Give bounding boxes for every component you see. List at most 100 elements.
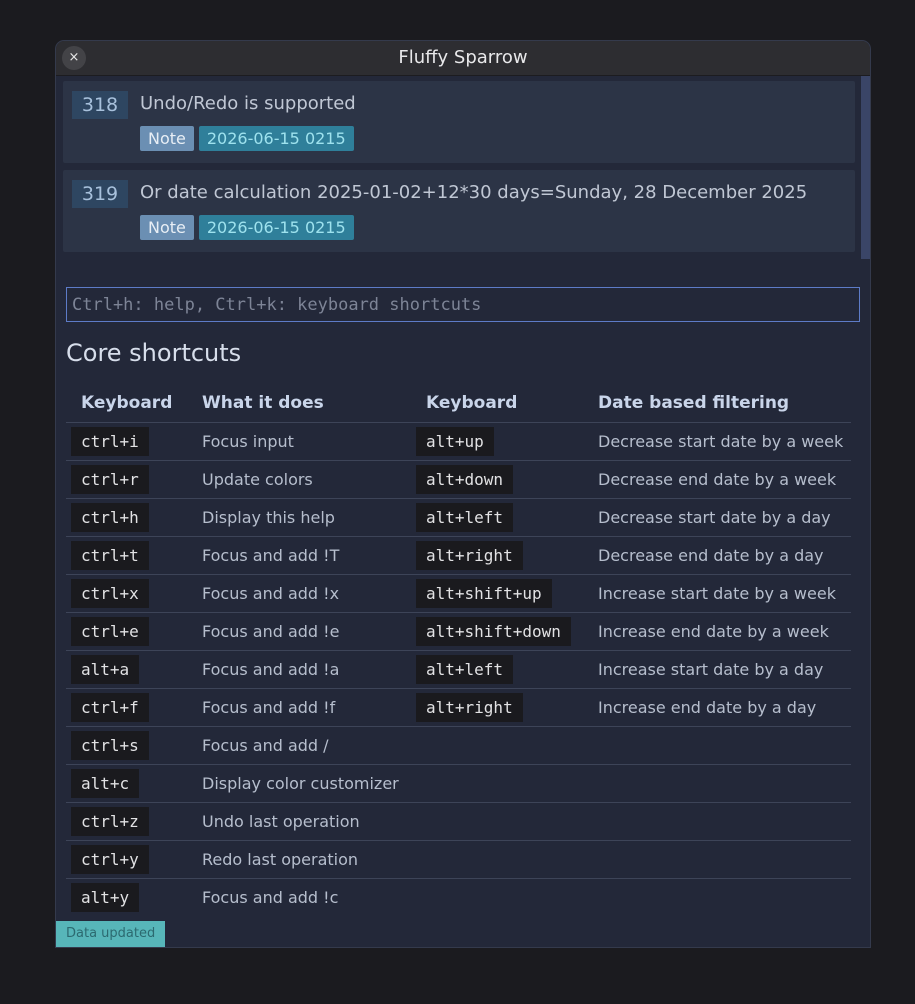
date-key-cell — [411, 840, 583, 879]
keyboard-shortcut: alt+right — [416, 693, 523, 722]
shortcut-key-cell: ctrl+f — [66, 688, 187, 727]
date-key-cell: alt+shift+down — [411, 612, 583, 651]
shortcut-description: Focus and add !T — [187, 536, 411, 575]
shortcut-description: Display this help — [187, 498, 411, 537]
shortcut-key-cell: ctrl+e — [66, 612, 187, 651]
date-filter-description: Decrease end date by a week — [583, 460, 851, 499]
keyboard-shortcut: ctrl+r — [71, 465, 149, 494]
table-row: ctrl+i Focus input alt+up Decrease start da… — [66, 422, 851, 461]
table-row: ctrl+x Focus and add !x alt+shift+up Increa… — [66, 574, 851, 613]
table-row: ctrl+h Display this help alt+left Decrease … — [66, 498, 851, 537]
shortcuts-table: Keyboard What it does Keyboard Date base… — [66, 384, 851, 916]
date-key-cell: alt+right — [411, 688, 583, 727]
keyboard-shortcut: ctrl+f — [71, 693, 149, 722]
status-bar: Data updated — [56, 921, 166, 947]
table-row: alt+a Focus and add !a alt+left Increase st… — [66, 650, 851, 689]
keyboard-shortcut: alt+down — [416, 465, 514, 494]
date-key-cell: alt+shift+up — [411, 574, 583, 613]
date-filter-description: Decrease end date by a day — [583, 536, 851, 575]
keyboard-shortcut: alt+a — [71, 655, 140, 684]
table-header-row: Keyboard What it does Keyboard Date base… — [66, 384, 851, 423]
note-date-tag[interactable]: 2026-06-15 0215 — [198, 126, 354, 151]
notes-scrollbar[interactable] — [861, 76, 870, 259]
note-tags: Note 2026-06-15 0215 — [140, 215, 354, 240]
keyboard-shortcut: alt+right — [416, 541, 523, 570]
note-text: Or date calculation 2025-01-02+12*30 day… — [140, 182, 808, 203]
date-filter-description — [583, 879, 851, 917]
keyboard-shortcut: ctrl+z — [71, 807, 149, 836]
shortcut-description: Update colors — [187, 460, 411, 499]
note-id-badge: 318 — [72, 91, 128, 119]
column-header: Keyboard — [411, 384, 583, 423]
shortcut-description: Focus input — [187, 422, 411, 461]
date-filter-description: Increase end date by a week — [583, 612, 851, 651]
date-filter-description: Increase end date by a day — [583, 688, 851, 727]
note-date-tag[interactable]: 2026-06-15 0215 — [198, 215, 354, 240]
shortcut-key-cell: ctrl+t — [66, 536, 187, 575]
table-row: ctrl+e Focus and add !e alt+shift+down Incr… — [66, 612, 851, 651]
shortcut-key-cell: ctrl+r — [66, 460, 187, 499]
note-tags: Note 2026-06-15 0215 — [140, 126, 354, 151]
keyboard-shortcut: ctrl+i — [71, 427, 149, 456]
keyboard-shortcut: alt+c — [71, 769, 140, 798]
keyboard-shortcut: alt+y — [71, 883, 140, 912]
keyboard-shortcut: alt+shift+up — [416, 579, 552, 608]
note-type-tag[interactable]: Note — [140, 126, 194, 151]
date-key-cell: alt+right — [411, 536, 583, 575]
table-row: alt+c Display color customizer — [66, 764, 851, 803]
date-key-cell — [411, 802, 583, 841]
keyboard-shortcut: alt+up — [416, 427, 494, 456]
shortcut-key-cell: ctrl+h — [66, 498, 187, 537]
note-item[interactable]: 319 Or date calculation 2025-01-02+12*30… — [63, 170, 855, 252]
note-item[interactable]: 318 Undo/Redo is supported Note 2026-06-… — [63, 81, 855, 163]
date-filter-description: Decrease start date by a day — [583, 498, 851, 537]
keyboard-shortcut: alt+left — [416, 655, 514, 684]
shortcut-description: Focus and add !e — [187, 612, 411, 651]
keyboard-shortcut: ctrl+s — [71, 731, 149, 760]
date-filter-description: Decrease start date by a week — [583, 422, 851, 461]
shortcut-key-cell: ctrl+x — [66, 574, 187, 613]
date-filter-description — [583, 764, 851, 803]
keyboard-shortcut: ctrl+x — [71, 579, 149, 608]
shortcut-description: Undo last operation — [187, 802, 411, 841]
shortcut-description: Redo last operation — [187, 840, 411, 879]
table-row: ctrl+r Update colors alt+down Decrease end … — [66, 460, 851, 499]
date-filter-description: Increase start date by a day — [583, 650, 851, 689]
date-key-cell: alt+left — [411, 650, 583, 689]
shortcut-key-cell: alt+a — [66, 650, 187, 689]
title-bar: × Fluffy Sparrow — [56, 41, 870, 76]
keyboard-shortcut: ctrl+e — [71, 617, 149, 646]
date-key-cell: alt+up — [411, 422, 583, 461]
date-filter-description: Increase start date by a week — [583, 574, 851, 613]
date-key-cell — [411, 879, 583, 917]
table-row: ctrl+z Undo last operation — [66, 802, 851, 841]
date-key-cell: alt+left — [411, 498, 583, 537]
keyboard-shortcut: ctrl+y — [71, 845, 149, 874]
date-filter-description — [583, 726, 851, 765]
keyboard-shortcut: alt+shift+down — [416, 617, 571, 646]
column-header: What it does — [187, 384, 411, 423]
shortcut-description: Display color customizer — [187, 764, 411, 803]
keyboard-shortcut: ctrl+h — [71, 503, 149, 532]
shortcut-description: Focus and add / — [187, 726, 411, 765]
notes-list: 318 Undo/Redo is supported Note 2026-06-… — [63, 81, 855, 259]
date-key-cell — [411, 726, 583, 765]
date-filter-description — [583, 802, 851, 841]
shortcut-key-cell: ctrl+i — [66, 422, 187, 461]
app-window: × Fluffy Sparrow 318 Undo/Redo is suppor… — [55, 40, 871, 948]
shortcut-key-cell: ctrl+y — [66, 840, 187, 879]
keyboard-shortcut: ctrl+t — [71, 541, 149, 570]
shortcut-description: Focus and add !c — [202, 888, 339, 907]
shortcut-description: Focus and add !x — [187, 574, 411, 613]
column-header: Keyboard — [66, 384, 187, 423]
command-input[interactable] — [66, 287, 860, 322]
window-title: Fluffy Sparrow — [398, 47, 528, 68]
date-key-cell — [411, 764, 583, 803]
shortcut-key-cell: ctrl+z — [66, 802, 187, 841]
note-type-tag[interactable]: Note — [140, 215, 194, 240]
date-key-cell: alt+down — [411, 460, 583, 499]
column-header: Date based filtering — [583, 384, 851, 423]
shortcut-key-cell: alt+c — [66, 764, 187, 803]
shortcut-description: Focus and add !f — [187, 688, 411, 727]
table-row: ctrl+s Focus and add / — [66, 726, 851, 765]
